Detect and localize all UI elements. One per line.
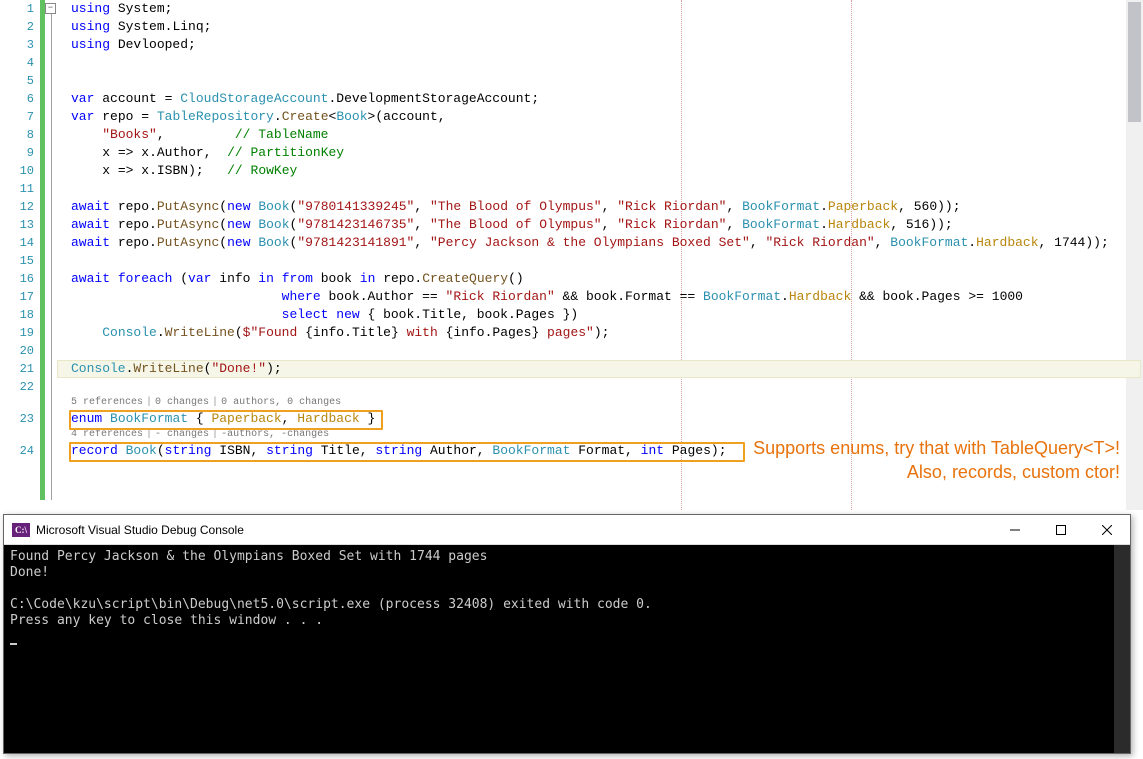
console-cursor (10, 643, 17, 645)
console-scrollbar[interactable] (1114, 545, 1130, 753)
close-icon (1102, 525, 1112, 535)
annotation-line-2: Also, records, custom ctor! (560, 460, 1120, 484)
code-line[interactable]: x => x.Author, // PartitionKey (57, 144, 1143, 162)
minimize-icon (1010, 525, 1020, 535)
line-number[interactable]: 23 (0, 410, 34, 428)
maximize-button[interactable] (1038, 515, 1084, 544)
code-line[interactable] (57, 252, 1143, 270)
line-number[interactable]: 20 (0, 342, 34, 360)
fold-toggle-icon[interactable]: − (45, 3, 56, 14)
close-button[interactable] (1084, 515, 1130, 544)
code-line[interactable]: var account = CloudStorageAccount.Develo… (57, 90, 1143, 108)
console-title: Microsoft Visual Studio Debug Console (36, 523, 992, 537)
line-number[interactable]: 13 (0, 216, 34, 234)
code-line[interactable]: Console.WriteLine($"Found {info.Title} w… (57, 324, 1143, 342)
outlining-margin[interactable]: − (45, 0, 57, 500)
annotation-text: Supports enums, try that with TableQuery… (560, 436, 1120, 484)
line-number[interactable]: 19 (0, 324, 34, 342)
code-line[interactable] (57, 180, 1143, 198)
line-number[interactable]: 10 (0, 162, 34, 180)
line-number[interactable]: 22 (0, 378, 34, 396)
annotation-line-1: Supports enums, try that with TableQuery… (560, 436, 1120, 460)
line-number[interactable]: 9 (0, 144, 34, 162)
line-number[interactable]: 21 (0, 360, 34, 378)
codelens-indicator[interactable]: 5 references|0 changes|0 authors, 0 chan… (57, 396, 1143, 410)
console-app-icon: C:\ (12, 523, 30, 537)
console-titlebar[interactable]: C:\ Microsoft Visual Studio Debug Consol… (4, 515, 1130, 545)
code-line[interactable]: select new { book.Title, book.Pages }) (57, 306, 1143, 324)
line-number[interactable]: 5 (0, 72, 34, 90)
line-number[interactable]: 2 (0, 18, 34, 36)
line-number-gutter[interactable]: 123456789101112131415161718192021222324 (0, 0, 40, 460)
line-number[interactable]: 15 (0, 252, 34, 270)
code-line[interactable]: Console.WriteLine("Done!"); (57, 360, 1143, 378)
console-output[interactable]: Found Percy Jackson & the Olympians Boxe… (4, 545, 1130, 753)
code-line[interactable] (57, 378, 1143, 396)
maximize-icon (1056, 525, 1066, 535)
minimize-button[interactable] (992, 515, 1038, 544)
line-number[interactable]: 7 (0, 108, 34, 126)
line-number[interactable]: 16 (0, 270, 34, 288)
code-line[interactable]: await repo.PutAsync(new Book("9780141339… (57, 198, 1143, 216)
code-line[interactable] (57, 72, 1143, 90)
code-line[interactable]: using System; (57, 0, 1143, 18)
line-number[interactable]: 14 (0, 234, 34, 252)
line-number[interactable]: 17 (0, 288, 34, 306)
line-number[interactable]: 11 (0, 180, 34, 198)
code-line[interactable]: x => x.ISBN); // RowKey (57, 162, 1143, 180)
code-line[interactable] (57, 54, 1143, 72)
debug-console-window[interactable]: C:\ Microsoft Visual Studio Debug Consol… (3, 514, 1131, 754)
line-number[interactable]: 1 (0, 0, 34, 18)
line-number[interactable]: 6 (0, 90, 34, 108)
code-line[interactable]: await repo.PutAsync(new Book("9781423141… (57, 234, 1143, 252)
code-line[interactable]: await foreach (var info in from book in … (57, 270, 1143, 288)
highlight-box-enum (69, 410, 383, 430)
code-line[interactable]: where book.Author == "Rick Riordan" && b… (57, 288, 1143, 306)
line-number[interactable]: 24 (0, 442, 34, 460)
code-line[interactable]: "Books", // TableName (57, 126, 1143, 144)
line-number[interactable]: 4 (0, 54, 34, 72)
line-number[interactable]: 8 (0, 126, 34, 144)
code-line[interactable] (57, 342, 1143, 360)
code-editor[interactable]: 123456789101112131415161718192021222324 … (0, 0, 1143, 510)
code-line[interactable]: using Devlooped; (57, 36, 1143, 54)
line-number[interactable]: 3 (0, 36, 34, 54)
line-number[interactable]: 12 (0, 198, 34, 216)
code-line[interactable]: var repo = TableRepository.Create<Book>(… (57, 108, 1143, 126)
code-line[interactable]: await repo.PutAsync(new Book("9781423146… (57, 216, 1143, 234)
code-line[interactable]: using System.Linq; (57, 18, 1143, 36)
line-number[interactable]: 18 (0, 306, 34, 324)
